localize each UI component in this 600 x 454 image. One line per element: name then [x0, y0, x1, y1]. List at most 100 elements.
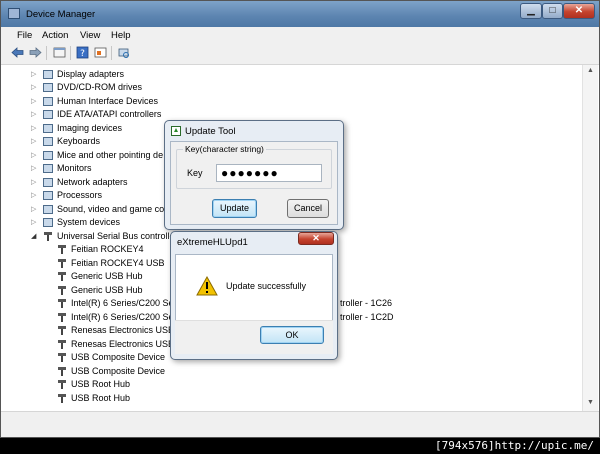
collapse-arrow-icon[interactable]: ◢ — [31, 233, 37, 240]
usb-device-label: Generic USB Hub — [71, 271, 143, 281]
menu-view[interactable]: View — [80, 30, 100, 41]
usb-device-label: Renesas Electronics USB 3 — [71, 339, 182, 349]
ide-controller-icon — [43, 110, 53, 119]
show-hidden-icon[interactable] — [94, 46, 107, 59]
title-bar[interactable]: Device Manager ▁ □ ✕ — [1, 1, 599, 27]
usb-icon — [57, 245, 67, 254]
dvd-drive-icon — [43, 83, 53, 92]
ok-button[interactable]: OK — [260, 326, 324, 344]
usb-device-label: USB Composite Device — [71, 352, 166, 362]
usb-icon — [57, 367, 67, 376]
keyboard-icon — [43, 137, 53, 146]
toolbar-separator — [111, 46, 112, 60]
usb-icon — [57, 340, 67, 349]
update-tool-icon — [171, 126, 181, 136]
usb-icon — [57, 299, 67, 308]
expand-arrow-icon[interactable]: ▷ — [31, 138, 37, 145]
cancel-button[interactable]: Cancel — [287, 199, 329, 218]
tree-item-label: Universal Serial Bus controlle — [57, 231, 175, 241]
usb-icon — [57, 272, 67, 281]
device-manager-icon — [8, 8, 20, 19]
expand-arrow-icon[interactable]: ▷ — [31, 219, 37, 226]
key-label: Key — [187, 168, 203, 178]
imaging-device-icon — [43, 124, 53, 133]
toolbar: ? — [1, 43, 599, 65]
usb-device-label-suffix: troller - 1C26 — [340, 298, 393, 308]
close-button[interactable]: ✕ — [298, 232, 334, 245]
expand-arrow-icon[interactable]: ▷ — [31, 192, 37, 199]
usb-icon — [57, 380, 67, 389]
menu-action[interactable]: Action — [42, 30, 68, 41]
properties-icon[interactable] — [53, 46, 66, 59]
network-adapter-icon — [43, 178, 53, 187]
usb-device-label: USB Composite Device — [71, 366, 166, 376]
usb-device-label: USB Root Hub — [71, 379, 131, 389]
usb-device-label-suffix: troller - 1C2D — [340, 312, 394, 322]
toolbar-separator — [46, 46, 47, 60]
help-icon[interactable]: ? — [76, 46, 89, 59]
tree-item-label: Display adapters — [57, 69, 125, 79]
tree-item-label: Human Interface Devices — [57, 96, 159, 106]
close-button[interactable]: ✕ — [563, 3, 595, 19]
tree-item-label: Processors — [57, 190, 103, 200]
minimize-button[interactable]: ▁ — [520, 3, 542, 19]
tree-item-label: Network adapters — [57, 177, 128, 187]
system-device-icon — [43, 218, 53, 227]
usb-icon — [57, 259, 67, 268]
usb-device-label: Feitian ROCKEY4 USB — [71, 258, 165, 268]
tree-item-label: Mice and other pointing de — [57, 150, 164, 160]
group-label: Key(character string) — [183, 144, 266, 154]
status-bar — [1, 411, 599, 437]
usb-icon — [57, 394, 67, 403]
expand-arrow-icon[interactable]: ▷ — [31, 179, 37, 186]
tree-item-label: Imaging devices — [57, 123, 123, 133]
expand-arrow-icon[interactable]: ▷ — [31, 206, 37, 213]
usb-device-label: Renesas Electronics USB 3 — [71, 325, 182, 335]
maximize-button[interactable]: □ — [542, 3, 563, 19]
scroll-down-arrow-icon[interactable]: ▼ — [586, 399, 595, 406]
processor-icon — [43, 191, 53, 200]
usb-icon — [57, 313, 67, 322]
usb-icon — [43, 232, 53, 241]
tree-item-label: Keyboards — [57, 136, 101, 146]
menu-file[interactable]: File — [17, 30, 32, 41]
tree-item-label: DVD/CD-ROM drives — [57, 82, 143, 92]
usb-device-label: Intel(R) 6 Series/C200 Seri — [71, 298, 179, 308]
sound-device-icon — [43, 205, 53, 214]
usb-icon — [57, 353, 67, 362]
dialog-title: eXtremeHLUpd1 — [177, 237, 248, 248]
expand-arrow-icon[interactable]: ▷ — [31, 165, 37, 172]
update-button[interactable]: Update — [212, 199, 257, 218]
expand-arrow-icon[interactable]: ▷ — [31, 152, 37, 159]
expand-arrow-icon[interactable]: ▷ — [31, 84, 37, 91]
hid-icon — [43, 97, 53, 106]
mouse-icon — [43, 151, 53, 160]
usb-device-label: Feitian ROCKEY4 — [71, 244, 144, 254]
menu-help[interactable]: Help — [111, 30, 131, 41]
window-title: Device Manager — [26, 9, 96, 20]
scroll-up-arrow-icon[interactable]: ▲ — [586, 67, 595, 74]
expand-arrow-icon[interactable]: ▷ — [31, 125, 37, 132]
monitor-icon — [43, 164, 53, 173]
tree-item-label: IDE ATA/ATAPI controllers — [57, 109, 162, 119]
expand-arrow-icon[interactable]: ▷ — [31, 71, 37, 78]
key-input[interactable]: ●●●●●●● — [216, 164, 322, 182]
vertical-scrollbar[interactable]: ▲ ▼ — [582, 65, 598, 411]
usb-device-label: USB Root Hub — [71, 393, 131, 403]
expand-arrow-icon[interactable]: ▷ — [31, 98, 37, 105]
scan-hardware-icon[interactable] — [117, 46, 130, 59]
dialog-title: Update Tool — [185, 126, 236, 137]
back-arrow-icon[interactable] — [11, 46, 24, 59]
expand-arrow-icon[interactable]: ▷ — [31, 111, 37, 118]
usb-device-label: Generic USB Hub — [71, 285, 143, 295]
usb-icon — [57, 286, 67, 295]
message-text: Update successfully — [226, 281, 307, 291]
tree-item-label: System devices — [57, 217, 121, 227]
tree-item-label: Monitors — [57, 163, 92, 173]
tree-item-label: Sound, video and game co — [57, 204, 165, 214]
warning-icon — [196, 275, 218, 296]
forward-arrow-icon[interactable] — [29, 46, 42, 59]
display-adapter-icon — [43, 70, 53, 79]
svg-text:?: ? — [80, 49, 85, 59]
usb-device-label: Intel(R) 6 Series/C200 Seri — [71, 312, 179, 322]
